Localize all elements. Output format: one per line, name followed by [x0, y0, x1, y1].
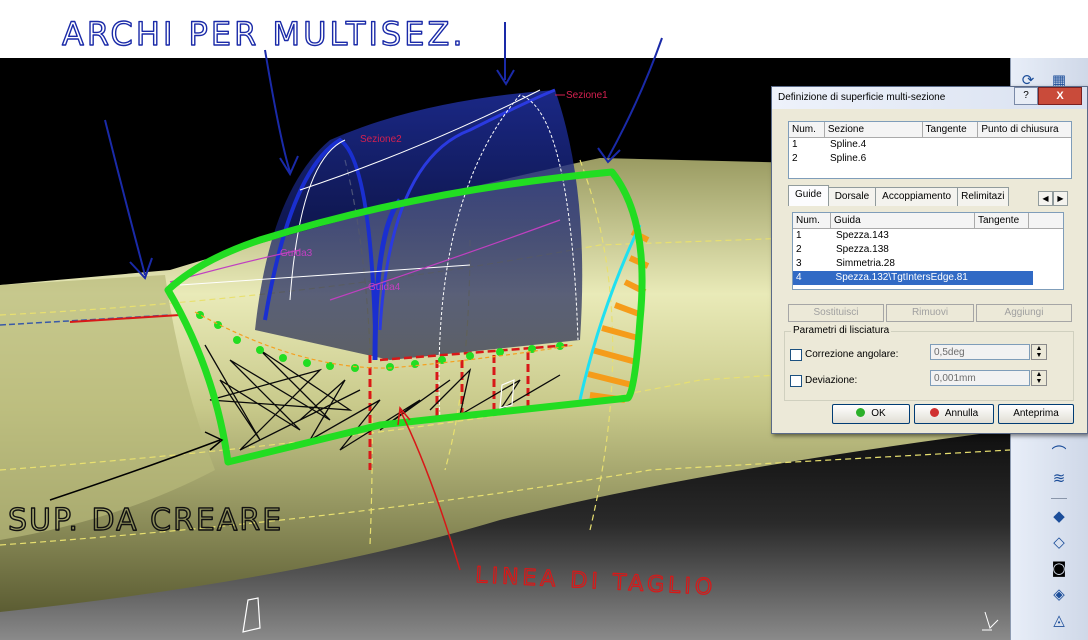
deviation-spinner[interactable]: ▲ ▼: [1031, 370, 1047, 386]
sphere-icon[interactable]: ◈: [1047, 582, 1071, 606]
table-row[interactable]: 2 Spline.6: [789, 152, 1071, 166]
deviation-checkbox[interactable]: [790, 375, 802, 387]
sections-table[interactable]: Num. Sezione Tangente Punto di chiusura …: [788, 121, 1072, 179]
angular-correction-label: Correzione angolare:: [805, 349, 899, 360]
col-num[interactable]: Num.: [793, 213, 831, 228]
deviation-field[interactable]: 0,001mm: [930, 370, 1030, 386]
deviation-label: Deviazione:: [805, 375, 858, 386]
row-guide: Spezza.143: [836, 230, 889, 241]
row-guide: Spezza.132\TgtIntersEdge.81: [835, 272, 968, 283]
row-section: Spline.6: [830, 153, 867, 164]
cancel-button[interactable]: Annulla: [914, 404, 994, 424]
ok-icon: [856, 408, 866, 417]
replace-button[interactable]: Sostituisci: [788, 304, 884, 322]
dialog-title: Definizione di superficie multi-sezione: [778, 92, 946, 103]
row-num: 3: [796, 258, 802, 269]
col-tangent[interactable]: Tangente: [975, 213, 1029, 228]
extrude-icon[interactable]: ◇: [1047, 530, 1071, 554]
preview-button[interactable]: Anteprima: [998, 404, 1074, 424]
smoothing-group-title: Parametri di lisciatura: [791, 325, 892, 336]
add-button[interactable]: Aggiungi: [976, 304, 1072, 322]
ok-label: OK: [871, 408, 886, 419]
table-row[interactable]: 3 Simmetria.28: [793, 257, 1063, 271]
col-section[interactable]: Sezione: [825, 122, 923, 137]
tab-scroll: ◀ ▶: [1038, 191, 1068, 206]
row-guide: Simmetria.28: [836, 258, 895, 269]
col-tangent[interactable]: Tangente: [923, 122, 979, 137]
row-section: Spline.4: [830, 139, 867, 150]
row-num: 1: [796, 230, 802, 241]
table-row[interactable]: 2 Spezza.138: [793, 243, 1063, 257]
row-num: 2: [792, 153, 798, 164]
table-row[interactable]: 1 Spezza.143: [793, 229, 1063, 243]
cylinder-icon[interactable]: ◬: [1047, 608, 1071, 632]
revolve-icon[interactable]: ◙: [1047, 556, 1071, 580]
tab-spine[interactable]: Dorsale: [827, 187, 877, 206]
col-num[interactable]: Num.: [789, 122, 825, 137]
angular-correction-checkbox[interactable]: [790, 349, 802, 361]
row-num: 2: [796, 244, 802, 255]
angular-correction-field[interactable]: 0,5deg: [930, 344, 1030, 360]
ok-button[interactable]: OK: [832, 404, 910, 424]
table-row[interactable]: 1 Spline.4: [789, 138, 1071, 152]
sections-table-header: Num. Sezione Tangente Punto di chiusura: [789, 122, 1071, 138]
tab-coupling[interactable]: Accoppiamento: [875, 187, 959, 206]
row-guide: Spezza.138: [836, 244, 889, 255]
dialog-titlebar[interactable]: Definizione di superficie multi-sezione …: [772, 87, 1087, 109]
toolbar-separator: [1051, 498, 1067, 499]
smoothing-parameters-group: Parametri di lisciatura Correzione angol…: [784, 325, 1074, 401]
close-button[interactable]: X: [1038, 87, 1082, 105]
guides-table-header: Num. Guida Tangente: [793, 213, 1063, 229]
offset-icon[interactable]: ≋: [1047, 466, 1071, 490]
help-button[interactable]: ?: [1014, 87, 1038, 105]
blend-icon[interactable]: ⌒: [1047, 440, 1071, 464]
tab-scroll-left-icon[interactable]: ◀: [1038, 191, 1053, 206]
col-guide[interactable]: Guida: [831, 213, 975, 228]
tab-relimitation[interactable]: Relimitazi: [957, 187, 1010, 206]
tab-scroll-right-icon[interactable]: ▶: [1053, 191, 1068, 206]
annotation-arches: ARCHI PER MULTISEZ.: [62, 15, 466, 53]
fill-icon[interactable]: ◆: [1047, 504, 1071, 528]
tab-strip: Guide Dorsale Accoppiamento Relimitazi: [788, 185, 1010, 207]
guides-table[interactable]: Num. Guida Tangente 1 Spezza.143 2 Spezz…: [792, 212, 1064, 290]
row-num: 4: [796, 272, 802, 283]
remove-button[interactable]: Rimuovi: [886, 304, 974, 322]
multi-section-surface-dialog: Definizione di superficie multi-sezione …: [771, 86, 1088, 434]
cancel-icon: [929, 408, 939, 417]
angular-correction-spinner[interactable]: ▲ ▼: [1031, 344, 1047, 360]
table-row-selected[interactable]: 4 Spezza.132\TgtIntersEdge.81: [793, 271, 1033, 285]
cancel-label: Annulla: [944, 408, 979, 419]
row-num: 1: [792, 139, 798, 150]
col-closing-point[interactable]: Punto di chiusura: [978, 122, 1071, 137]
tab-guides[interactable]: Guide: [788, 185, 829, 206]
